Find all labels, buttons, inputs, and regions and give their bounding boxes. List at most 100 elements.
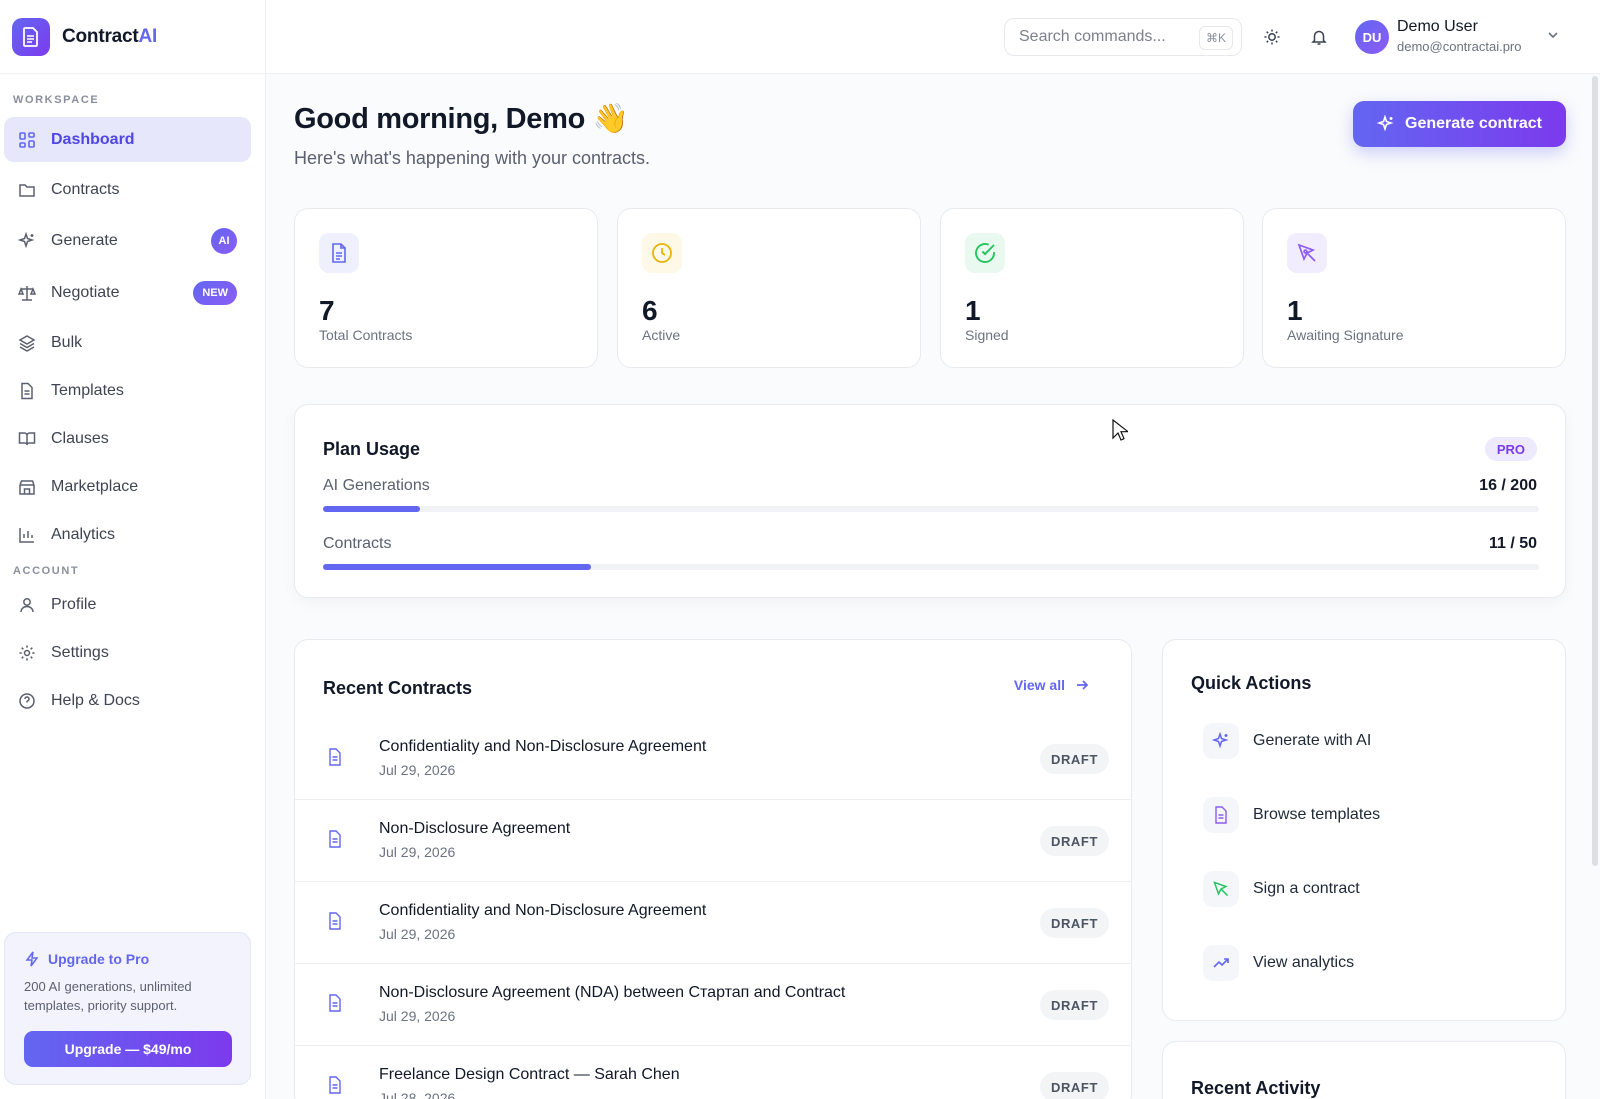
contract-row[interactable]: Freelance Design Contract — Sarah Chen J… <box>295 1046 1131 1099</box>
theme-toggle-sun-icon[interactable] <box>1260 25 1284 49</box>
sidebar-item-generate[interactable]: Generate AI <box>4 218 251 263</box>
store-icon <box>17 477 37 497</box>
sidebar-item-label: Contracts <box>51 180 120 198</box>
check-circle-icon <box>965 233 1005 273</box>
sidebar-item-label: Help & Docs <box>51 691 140 709</box>
folder-icon <box>17 180 37 200</box>
recent-activity-title: Recent Activity <box>1191 1078 1321 1098</box>
sidebar-item-help[interactable]: Help & Docs <box>4 678 251 723</box>
stat-label: Awaiting Signature <box>1287 327 1404 343</box>
sidebar-item-label: Analytics <box>51 525 116 543</box>
stat-value: 6 <box>642 295 658 326</box>
contract-row[interactable]: Non-Disclosure Agreement (NDA) between С… <box>295 964 1131 1046</box>
layers-icon <box>17 333 37 353</box>
usage-value-ai: 16 / 200 <box>1479 477 1537 494</box>
stat-card-active[interactable]: 6 Active <box>617 208 921 368</box>
shortcut-hint: ⌘K <box>1198 26 1233 50</box>
pen-icon <box>1203 871 1239 907</box>
status-badge: DRAFT <box>1039 744 1109 774</box>
trending-up-icon <box>1203 945 1239 981</box>
generate-contract-button[interactable]: Generate contract <box>1353 101 1566 147</box>
sidebar-item-marketplace[interactable]: Marketplace <box>4 464 251 509</box>
sidebar-item-bulk[interactable]: Bulk <box>4 320 251 365</box>
status-badge: DRAFT <box>1039 908 1109 938</box>
section-label-workspace: WORKSPACE <box>13 94 100 106</box>
document-icon <box>329 830 341 848</box>
document-icon <box>329 994 341 1012</box>
sidebar-item-label: Marketplace <box>51 477 139 495</box>
contract-date: Jul 29, 2026 <box>379 762 456 778</box>
sidebar: ContractAI WORKSPACE Dashboard Contracts… <box>0 0 266 1099</box>
sidebar-item-label: Negotiate <box>51 283 120 301</box>
contract-title: Confidentiality and Non-Disclosure Agree… <box>379 738 707 755</box>
plan-badge: PRO <box>1484 437 1537 461</box>
contract-row[interactable]: Confidentiality and Non-Disclosure Agree… <box>295 882 1131 964</box>
upgrade-button[interactable]: Upgrade — $49/mo <box>24 1031 232 1067</box>
sidebar-item-label: Generate <box>51 231 118 249</box>
stat-card-signed[interactable]: 1 Signed <box>940 208 1244 368</box>
stat-value: 1 <box>1287 295 1303 326</box>
document-icon <box>319 233 359 273</box>
plan-usage-card: Plan Usage PRO AI Generations 16 / 200 C… <box>294 404 1566 598</box>
sparkles-icon <box>1203 723 1239 759</box>
quick-action-sign[interactable]: Sign a contract <box>1203 869 1523 909</box>
sidebar-item-profile[interactable]: Profile <box>4 582 251 627</box>
file-icon <box>17 381 37 401</box>
sidebar-item-negotiate[interactable]: Negotiate NEW <box>4 270 251 315</box>
mouse-cursor-icon <box>1112 418 1130 448</box>
status-badge: DRAFT <box>1039 990 1109 1020</box>
document-icon <box>329 748 341 766</box>
sidebar-item-analytics[interactable]: Analytics <box>4 512 251 557</box>
stat-value: 7 <box>319 295 335 326</box>
sidebar-item-clauses[interactable]: Clauses <box>4 416 251 461</box>
book-icon <box>17 429 37 449</box>
chevron-down-icon[interactable] <box>1546 28 1560 47</box>
quick-action-generate[interactable]: Generate with AI <box>1203 721 1523 761</box>
stat-label: Active <box>642 327 681 343</box>
brand[interactable]: ContractAI <box>0 0 265 74</box>
document-icon <box>329 1076 341 1094</box>
quick-action-analytics[interactable]: View analytics <box>1203 943 1523 983</box>
usage-value-contracts: 11 / 50 <box>1488 535 1537 552</box>
stat-label: Signed <box>965 327 1009 343</box>
ai-badge: AI <box>211 227 237 254</box>
user-email: demo@contractai.pro <box>1397 39 1522 54</box>
stat-card-total[interactable]: 7 Total Contracts <box>294 208 598 368</box>
quick-action-templates[interactable]: Browse templates <box>1203 795 1523 835</box>
file-icon <box>1203 797 1239 833</box>
sidebar-item-settings[interactable]: Settings <box>4 630 251 675</box>
view-all-label: View all <box>1013 677 1065 693</box>
sidebar-item-label: Profile <box>51 595 97 613</box>
avatar[interactable]: DU <box>1355 20 1389 54</box>
user-name[interactable]: Demo User <box>1397 18 1478 36</box>
page-subtitle: Here's what's happening with your contra… <box>294 148 651 168</box>
bell-icon[interactable] <box>1307 25 1331 49</box>
sidebar-item-dashboard[interactable]: Dashboard <box>4 117 251 162</box>
usage-bar-ai <box>323 506 1539 512</box>
stat-card-awaiting[interactable]: 1 Awaiting Signature <box>1262 208 1566 368</box>
contract-title: Non-Disclosure Agreement <box>379 820 571 837</box>
quick-action-label: Sign a contract <box>1253 880 1360 897</box>
contract-date: Jul 29, 2026 <box>379 926 456 942</box>
recent-contracts-title: Recent Contracts <box>323 678 473 698</box>
new-badge: NEW <box>193 280 237 305</box>
sidebar-item-label: Bulk <box>51 333 83 351</box>
logo-icon <box>12 17 50 56</box>
sidebar-item-contracts[interactable]: Contracts <box>4 167 251 212</box>
command-search[interactable]: ⌘K <box>1004 18 1242 56</box>
contract-row[interactable]: Non-Disclosure Agreement Jul 29, 2026 DR… <box>295 800 1131 882</box>
upgrade-title-text: Upgrade to Pro <box>48 951 150 967</box>
page-scrollbar[interactable] <box>1592 76 1598 866</box>
page-title: Good morning, Demo 👋 <box>294 103 629 135</box>
user-icon <box>17 595 37 615</box>
arrow-right-icon <box>1077 680 1089 690</box>
contract-title: Confidentiality and Non-Disclosure Agree… <box>379 902 707 919</box>
generate-contract-label: Generate contract <box>1405 115 1542 132</box>
top-header: ⌘K DU Demo User demo@contractai.pro <box>266 0 1600 74</box>
bar-chart-icon <box>17 525 37 545</box>
sidebar-item-templates[interactable]: Templates <box>4 368 251 413</box>
view-all-link[interactable]: View all <box>1014 677 1089 693</box>
quick-action-label: View analytics <box>1253 954 1355 971</box>
search-input[interactable] <box>1019 28 1189 46</box>
contract-row[interactable]: Confidentiality and Non-Disclosure Agree… <box>295 718 1131 800</box>
